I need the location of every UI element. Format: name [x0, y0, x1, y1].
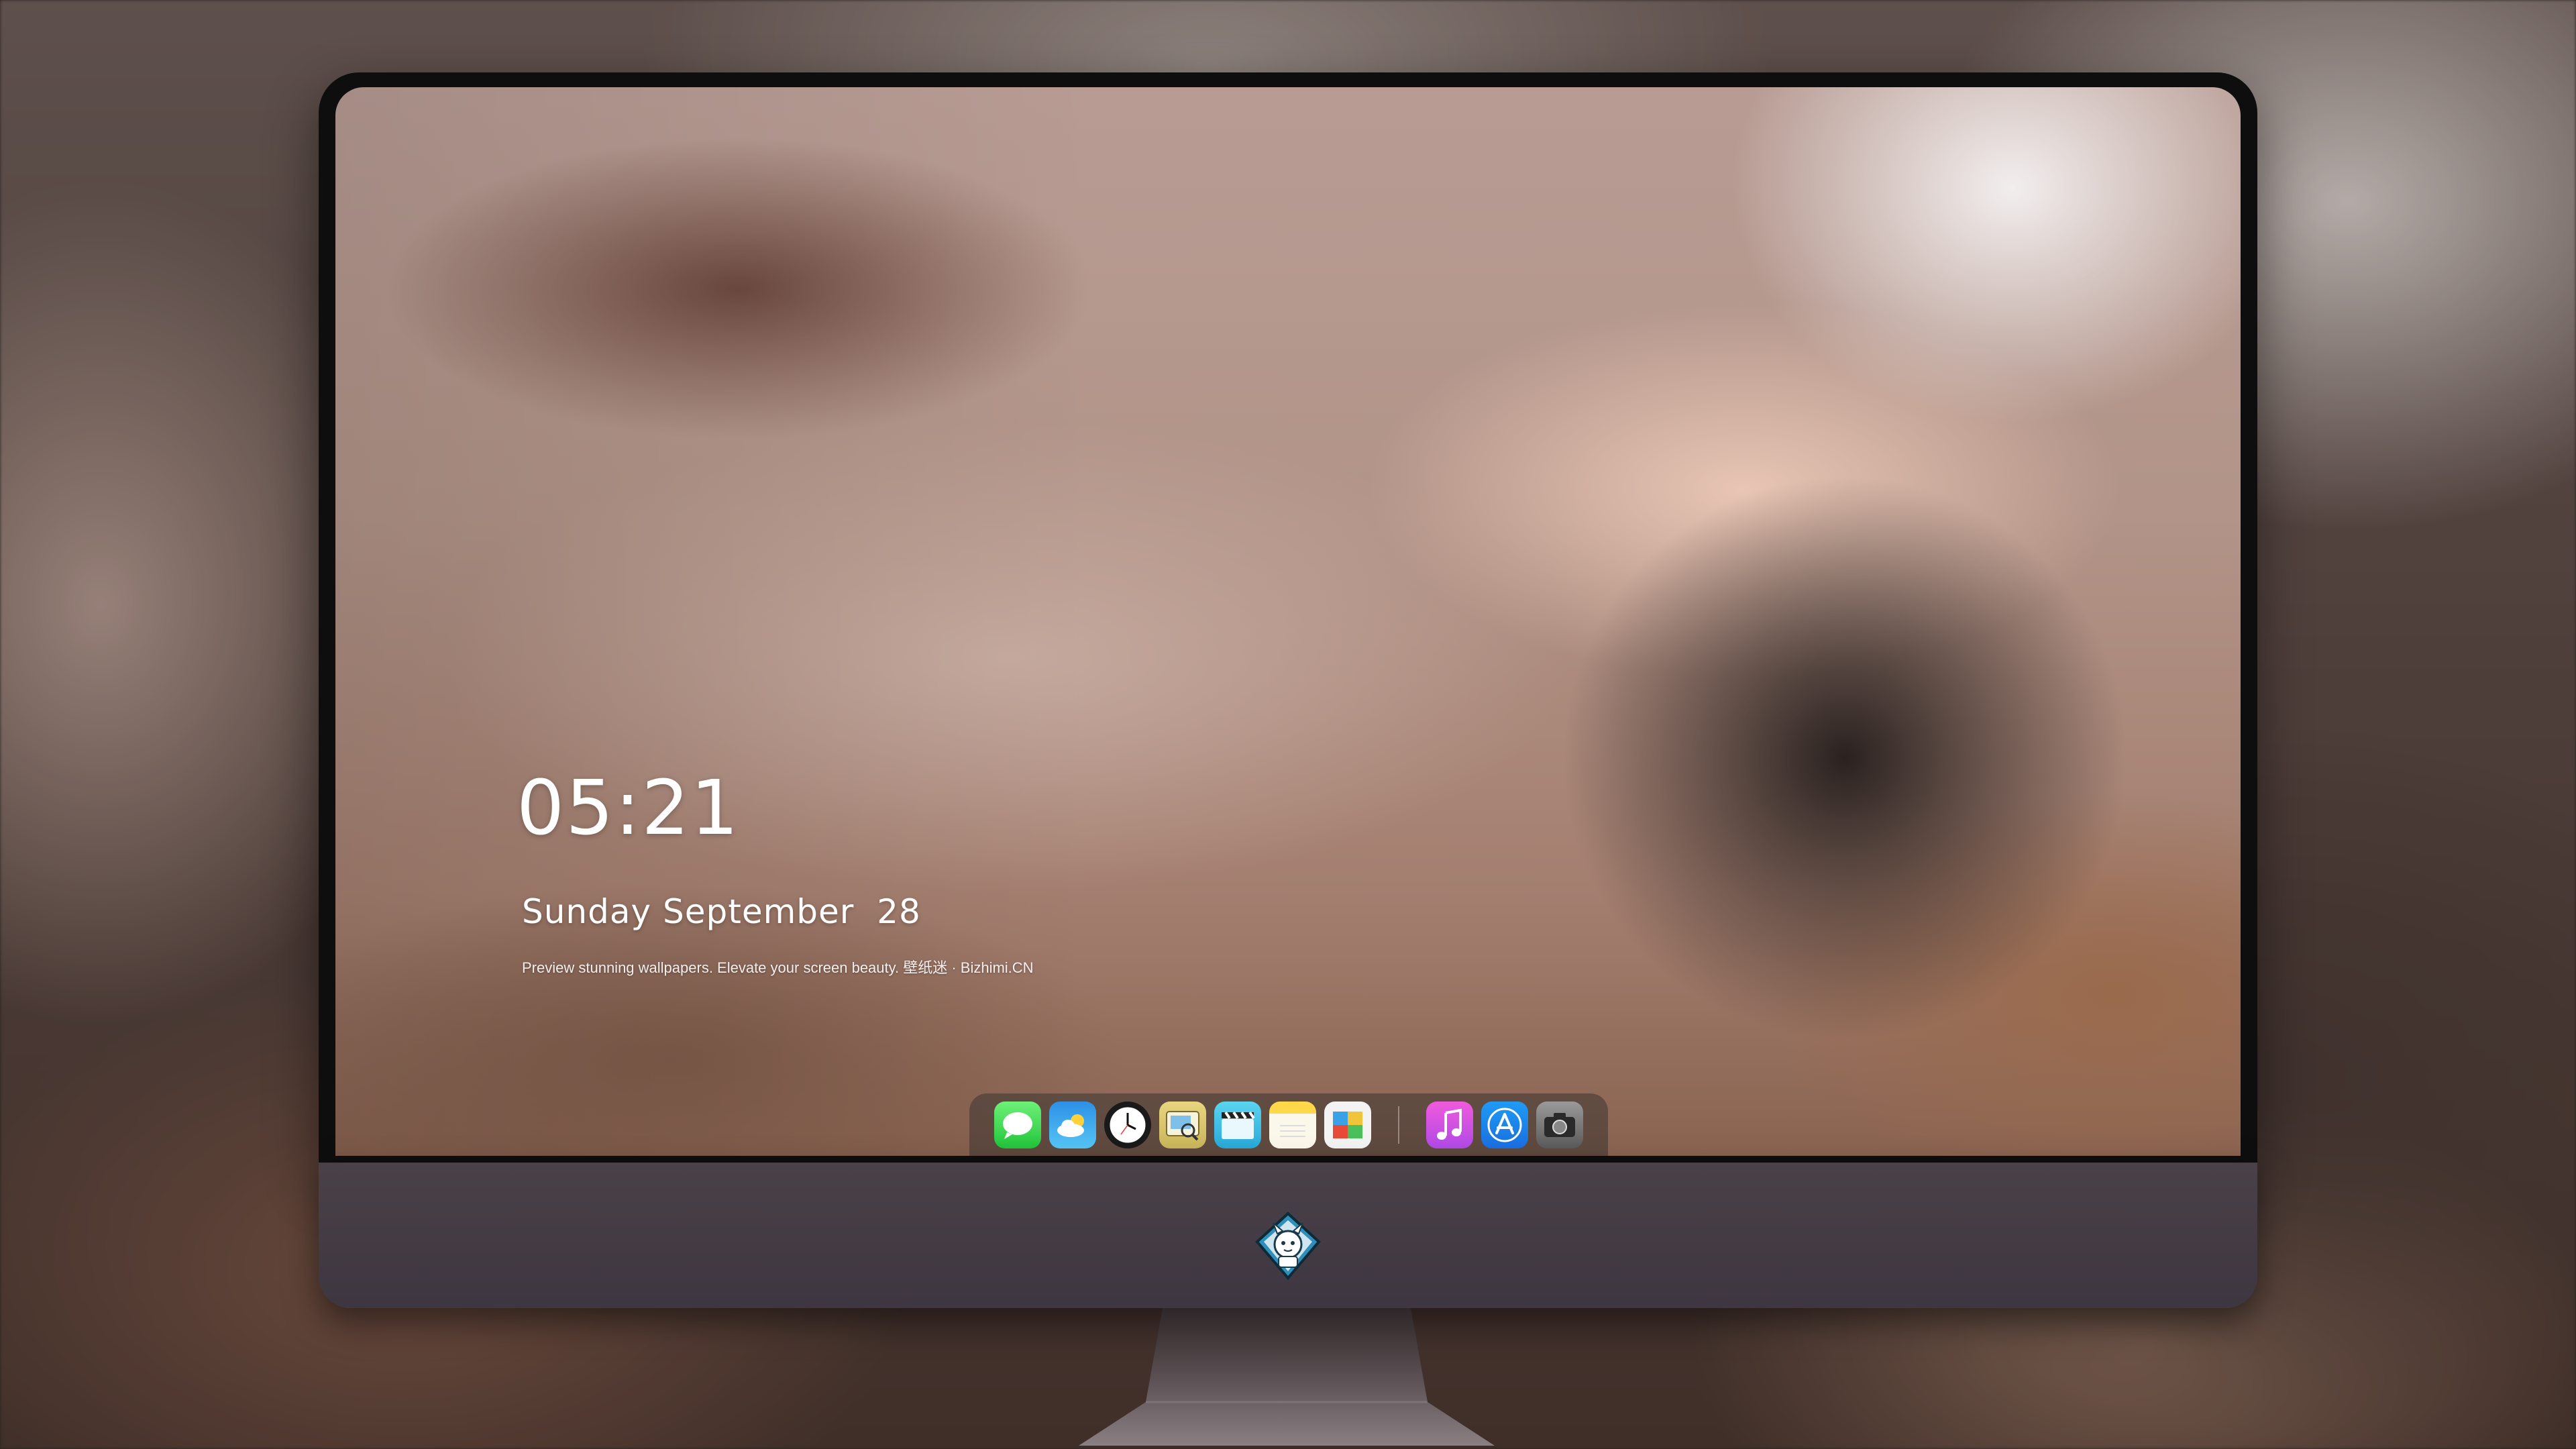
music-icon[interactable] [1426, 1101, 1473, 1148]
camera-icon[interactable] [1536, 1101, 1583, 1148]
messages-icon[interactable] [994, 1101, 1041, 1148]
lock-screen-time: 05:21 [517, 765, 740, 852]
app-store-icon[interactable] [1481, 1101, 1528, 1148]
notes-icon[interactable] [1269, 1101, 1316, 1148]
clapperboard-icon[interactable] [1214, 1101, 1261, 1148]
photos-icon[interactable] [1324, 1101, 1371, 1148]
monitor-bezel: 05:21 Sunday September 28 Preview stunni… [319, 72, 2257, 1163]
wallpaper-photo [335, 87, 2241, 1156]
preview-icon[interactable] [1159, 1101, 1206, 1148]
wallpaper-caption: Preview stunning wallpapers. Elevate you… [522, 959, 1034, 976]
weather-icon[interactable] [1049, 1101, 1096, 1148]
dock [969, 1093, 1608, 1156]
lock-screen-date: Sunday September 28 [522, 892, 921, 931]
clock-icon[interactable] [1104, 1101, 1151, 1148]
monitor-stand [1079, 1308, 1495, 1446]
brand-logo-icon [1255, 1212, 1321, 1281]
monitor: 05:21 Sunday September 28 Preview stunni… [319, 72, 2257, 1308]
lock-screen[interactable]: 05:21 Sunday September 28 Preview stunni… [335, 87, 2241, 1156]
dock-separator [1398, 1106, 1399, 1144]
